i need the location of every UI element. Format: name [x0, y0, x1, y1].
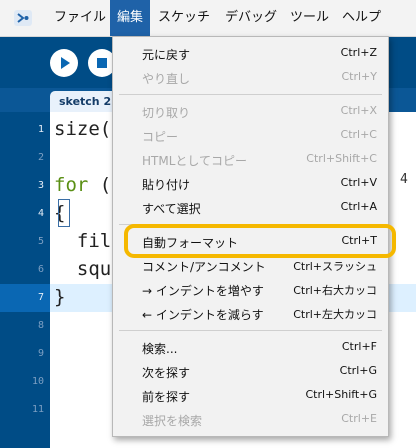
menu-item-undo[interactable]: 元に戻す Ctrl+Z — [113, 42, 388, 66]
code-keyword-for: for — [54, 174, 89, 196]
menu-item-copy[interactable]: コピー Ctrl+C — [113, 124, 388, 148]
menu-item-label: コピー — [142, 130, 179, 144]
menu-item-find-next[interactable]: 次を探す Ctrl+G — [113, 360, 388, 384]
menu-item-label: 前を探す — [142, 390, 191, 404]
line-number: 4 — [37, 208, 44, 219]
menu-bar: ファイル 編集 スケッチ デバッグ ツール ヘルプ — [0, 0, 416, 37]
menu-item-shortcut: Ctrl+C — [340, 128, 377, 141]
bracket-match-box — [58, 199, 70, 227]
menu-item-decrease-indent[interactable]: ← インデントを減らす Ctrl+左大カッコ — [113, 302, 388, 326]
menu-item-find-previous[interactable]: 前を探す Ctrl+Shift+G — [113, 384, 388, 408]
menu-item-shortcut: Ctrl+左大カッコ — [293, 308, 377, 321]
menu-item-label: ← インデントを減らす — [142, 308, 264, 322]
menu-item-select-all[interactable]: すべて選択 Ctrl+A — [113, 196, 388, 220]
menu-item-redo[interactable]: やり直し Ctrl+Y — [113, 66, 388, 90]
line-number-row: 10 — [0, 368, 50, 396]
line-number-row: 3 — [0, 172, 50, 200]
menu-item-find[interactable]: 検索... Ctrl+F — [113, 336, 388, 360]
line-number: 2 — [37, 152, 44, 163]
line-number: 8 — [37, 320, 44, 331]
code-line-7: } — [54, 286, 66, 308]
menu-item-label: → インデントを増やす — [142, 284, 264, 298]
line-number-row: 7 — [0, 284, 50, 312]
menu-edit[interactable]: 編集 — [110, 0, 151, 36]
line-number: 5 — [37, 236, 44, 247]
menu-tools[interactable]: ツール — [283, 0, 336, 36]
menu-item-shortcut: Ctrl+V — [340, 176, 377, 189]
run-button[interactable] — [50, 49, 78, 77]
menu-item-label: 切り取り — [142, 106, 191, 120]
menu-item-shortcut: Ctrl+E — [341, 412, 377, 425]
line-number-row: 11 — [0, 396, 50, 424]
auto-format-highlight-outline — [124, 224, 396, 258]
line-number: 3 — [37, 180, 44, 191]
line-number: 7 — [37, 292, 44, 303]
line-number-row: 4 — [0, 200, 50, 228]
run-icon — [61, 57, 70, 69]
menu-item-copy-as-html[interactable]: HTMLとしてコピー Ctrl+Shift+C — [113, 148, 388, 172]
line-number-row: 5 — [0, 228, 50, 256]
line-number: 6 — [37, 264, 44, 275]
menu-item-shortcut: Ctrl+Z — [340, 46, 377, 59]
processing-logo-icon[interactable] — [14, 10, 32, 26]
menu-item-label: 元に戻す — [142, 48, 191, 62]
menu-separator — [119, 94, 382, 95]
line-number: 9 — [37, 348, 44, 359]
menu-separator — [119, 330, 382, 331]
menu-item-shortcut: Ctrl+スラッシュ — [293, 260, 377, 273]
menu-item-paste[interactable]: 貼り付け Ctrl+V — [113, 172, 388, 196]
menu-item-label: 次を探す — [142, 366, 191, 380]
menu-item-shortcut: Ctrl+A — [340, 200, 377, 213]
menu-item-shortcut: Ctrl+Shift+G — [305, 388, 377, 401]
menu-item-label: 検索... — [142, 342, 178, 356]
menu-item-shortcut: Ctrl+F — [341, 340, 377, 353]
menu-item-shortcut: Ctrl+X — [340, 104, 377, 117]
menu-file[interactable]: ファイル — [47, 0, 113, 36]
menu-item-shortcut: Ctrl+Shift+C — [306, 152, 377, 165]
line-number-row: 6 — [0, 256, 50, 284]
line-number-row: 1 — [0, 116, 50, 144]
menu-item-shortcut: Ctrl+G — [339, 364, 377, 377]
menu-item-label: やり直し — [142, 72, 191, 86]
right-edge-glyph: 4 — [400, 172, 408, 187]
line-number: 10 — [31, 376, 44, 387]
menu-item-use-selection-for-find[interactable]: 選択を検索 Ctrl+E — [113, 408, 388, 432]
menu-item-shortcut: Ctrl+Y — [341, 70, 377, 83]
line-number-row: 8 — [0, 312, 50, 340]
menu-item-cut[interactable]: 切り取り Ctrl+X — [113, 100, 388, 124]
menu-item-label: すべて選択 — [142, 202, 201, 216]
menu-debug[interactable]: デバッグ — [218, 0, 284, 36]
line-number-row: 2 — [0, 144, 50, 172]
menu-help[interactable]: ヘルプ — [335, 0, 388, 36]
menu-item-label: HTMLとしてコピー — [142, 154, 248, 168]
code-line-1: size( — [54, 118, 112, 140]
code-line-5: fil — [54, 230, 112, 252]
menu-sketch[interactable]: スケッチ — [151, 0, 217, 36]
menu-item-label: 選択を検索 — [142, 414, 203, 428]
line-number: 1 — [37, 124, 44, 135]
menu-item-increase-indent[interactable]: → インデントを増やす Ctrl+右大カッコ — [113, 278, 388, 302]
code-line-3: for ( — [54, 171, 111, 199]
code-line-3-rest: ( — [88, 174, 112, 196]
menu-item-label: 貼り付け — [142, 178, 191, 192]
menu-item-shortcut: Ctrl+右大カッコ — [293, 284, 377, 297]
menu-item-label: コメント/アンコメント — [142, 260, 266, 274]
line-number: 11 — [31, 404, 44, 415]
line-number-row: 9 — [0, 340, 50, 368]
